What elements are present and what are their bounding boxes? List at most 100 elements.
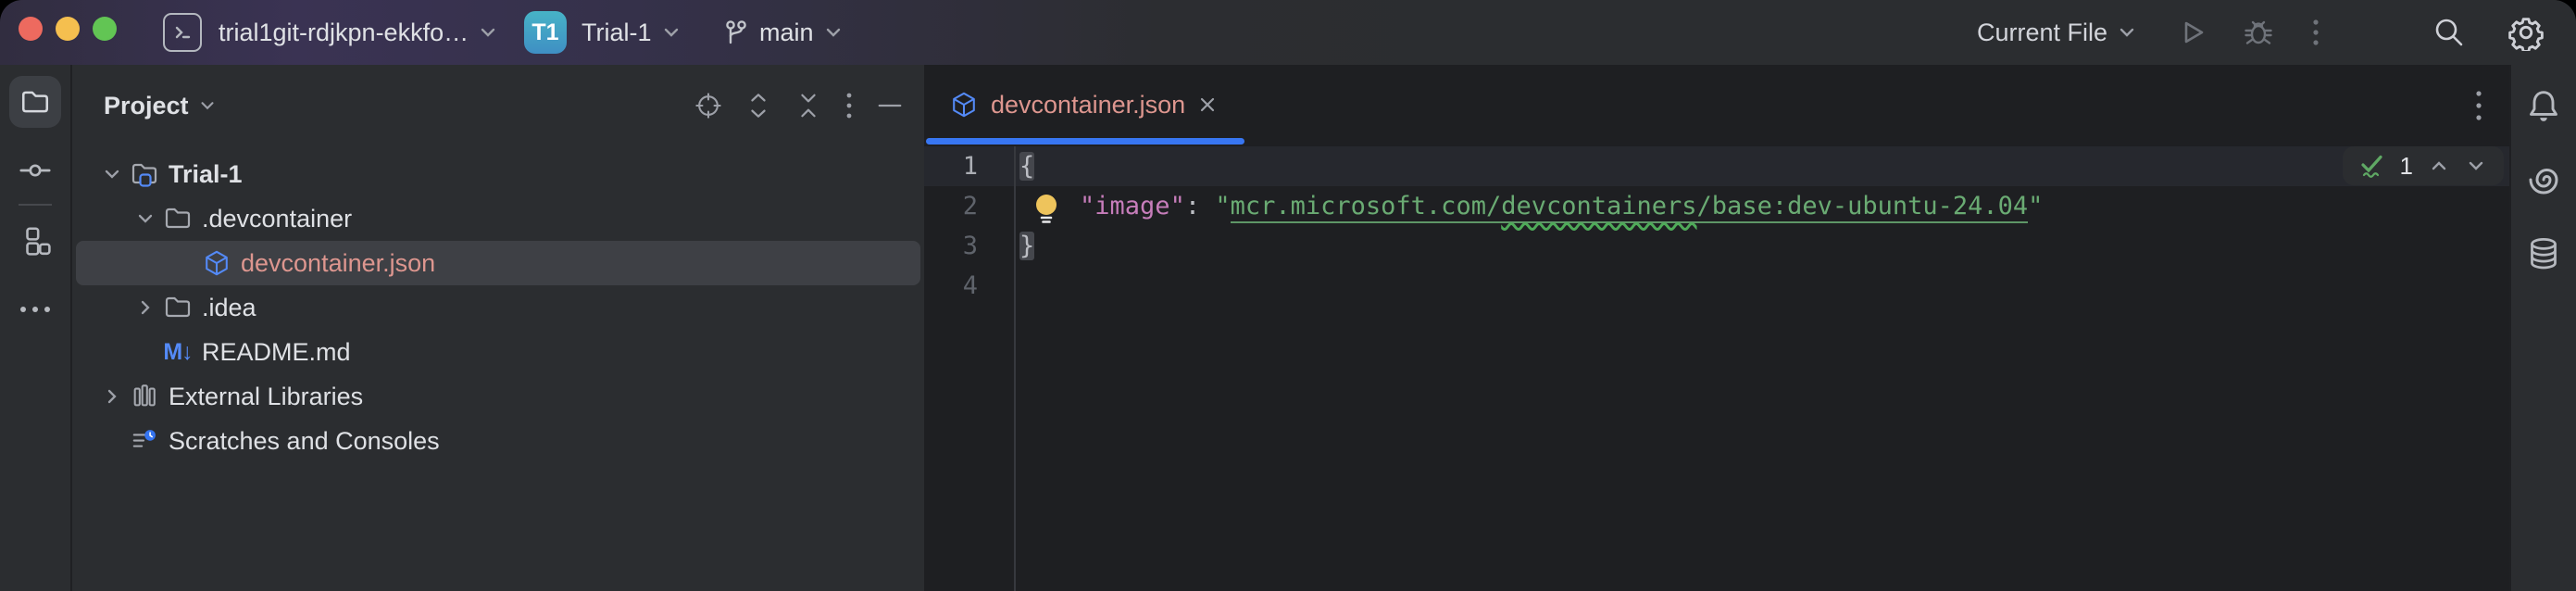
libraries-icon — [130, 382, 159, 411]
project-selector[interactable]: trial1git-rdjkpn-ekkfo… — [163, 0, 498, 65]
tree-item-label: devcontainer.json — [241, 249, 435, 278]
active-tab-indicator — [926, 138, 1244, 145]
zoom-window-button[interactable] — [93, 17, 117, 41]
folder-icon — [163, 204, 193, 233]
image-reference-link[interactable]: mcr.microsoft.com/devcontainers/base:dev… — [1231, 192, 2029, 223]
project-selector-label: trial1git-rdjkpn-ekkfo… — [219, 19, 469, 47]
titlebar: trial1git-rdjkpn-ekkfo… T1 Trial-1 main … — [0, 0, 2576, 67]
git-branch-icon — [722, 19, 748, 46]
expand-all-icon[interactable] — [744, 92, 772, 119]
code-line-1: { — [1016, 146, 2511, 186]
code-lines: { "image": "mcr.microsoft.com/devcontain… — [1016, 146, 2511, 306]
chevron-down-icon[interactable] — [100, 164, 124, 184]
chevron-right-icon[interactable] — [133, 297, 157, 318]
line-number: 4 — [924, 266, 1014, 306]
line-number: 1 — [924, 146, 1014, 186]
tree-item-trial-1[interactable]: Trial-1 — [72, 152, 924, 196]
editor-gutter[interactable]: 1 2 3 4 — [924, 146, 1016, 591]
strip-divider — [19, 204, 52, 206]
markdown-file-icon: M↓ — [163, 337, 193, 367]
project-panel-header: Project — [72, 65, 924, 146]
chevron-down-icon — [823, 22, 844, 43]
previous-problem-icon[interactable] — [2428, 155, 2450, 177]
editor-tab-bar: devcontainer.json — [924, 65, 2511, 146]
vcs-branch-selector[interactable]: main — [722, 0, 844, 65]
folder-icon — [163, 293, 193, 322]
chevron-down-icon — [2117, 22, 2137, 43]
intention-bulb-icon[interactable] — [1031, 193, 1062, 226]
project-folder-icon — [130, 159, 159, 189]
database-icon[interactable] — [2525, 235, 2562, 272]
project-tool-button[interactable] — [9, 76, 61, 128]
more-actions-icon[interactable] — [2309, 17, 2322, 48]
hide-panel-icon[interactable] — [876, 92, 904, 119]
project-panel: Project — [72, 65, 924, 591]
chevron-down-icon — [198, 96, 217, 115]
more-options-icon[interactable] — [844, 92, 854, 119]
workspace-avatar: T1 — [524, 11, 567, 54]
inspections-widget[interactable]: 1 — [2343, 146, 2504, 185]
devcontainer-cube-icon — [202, 248, 231, 278]
line-number: 3 — [924, 226, 1014, 266]
close-window-button[interactable] — [19, 17, 43, 41]
inspections-count: 1 — [2400, 152, 2413, 181]
settings-gear-icon[interactable] — [2507, 14, 2545, 51]
project-tree: Trial-1 .devcontainer devcontainer.json — [72, 152, 924, 463]
tree-item-external-libraries[interactable]: External Libraries — [72, 374, 924, 419]
minimize-window-button[interactable] — [56, 17, 80, 41]
code-line-3: } — [1016, 226, 2511, 266]
structure-tool-button[interactable] — [9, 215, 61, 267]
notifications-icon[interactable] — [2525, 87, 2562, 124]
commit-icon — [19, 154, 52, 187]
project-panel-title-dropdown[interactable]: Project — [104, 92, 217, 120]
ai-assistant-icon[interactable] — [2525, 161, 2562, 198]
tree-item-idea-folder[interactable]: .idea — [72, 285, 924, 330]
locate-file-icon[interactable] — [694, 92, 722, 119]
titlebar-actions: Current File — [1977, 0, 2545, 65]
tree-item-label: .devcontainer — [202, 205, 352, 233]
left-tool-strip — [0, 65, 72, 591]
more-icon — [19, 305, 52, 314]
window-controls — [19, 17, 117, 41]
tree-item-label: Trial-1 — [169, 160, 243, 189]
right-tool-strip — [2509, 65, 2576, 591]
tree-item-label: README.md — [202, 338, 351, 367]
close-tab-icon[interactable] — [1198, 95, 1217, 114]
structure-icon — [19, 225, 51, 257]
line-number: 2 — [924, 186, 1014, 226]
inspections-ok-icon — [2359, 153, 2385, 179]
editor-options-icon[interactable] — [2474, 87, 2483, 124]
workspace-selector[interactable]: T1 Trial-1 — [524, 0, 682, 65]
more-tool-windows-button[interactable] — [9, 283, 61, 335]
collapse-all-icon[interactable] — [794, 92, 822, 119]
typo-highlight: devcontainers — [1501, 192, 1696, 220]
next-problem-icon[interactable] — [2465, 155, 2487, 177]
tab-devcontainer-json[interactable]: devcontainer.json — [924, 65, 1239, 145]
tree-item-label: Scratches and Consoles — [169, 427, 440, 456]
debug-icon[interactable] — [2243, 17, 2274, 48]
run-configuration-selector[interactable]: Current File — [1977, 19, 2107, 47]
run-icon[interactable] — [2178, 18, 2207, 47]
ide-window: trial1git-rdjkpn-ekkfo… T1 Trial-1 main … — [0, 0, 2576, 591]
tree-item-devcontainer-json[interactable]: devcontainer.json — [76, 241, 920, 285]
folder-icon — [19, 86, 51, 118]
devcontainer-cube-icon — [950, 91, 978, 119]
chevron-down-icon — [478, 22, 498, 43]
commit-tool-button[interactable] — [9, 145, 61, 196]
tree-item-scratches[interactable]: Scratches and Consoles — [72, 419, 924, 463]
code-viewport[interactable]: 1 2 3 4 { "image": "mcr.microsoft.com/de… — [924, 146, 2511, 591]
scratches-icon — [130, 426, 159, 456]
chevron-right-icon[interactable] — [100, 386, 124, 407]
chevron-down-icon[interactable] — [133, 208, 157, 229]
editor-area: devcontainer.json 1 2 3 4 { "image": "mc… — [924, 65, 2511, 591]
tab-label: devcontainer.json — [991, 91, 1185, 119]
code-line-4 — [1016, 266, 2511, 306]
json-key: "image" — [1080, 192, 1185, 220]
code-line-2: "image": "mcr.microsoft.com/devcontainer… — [1016, 186, 2511, 226]
remote-terminal-icon — [163, 13, 202, 52]
project-panel-title: Project — [104, 92, 189, 120]
tree-item-devcontainer-folder[interactable]: .devcontainer — [72, 196, 924, 241]
search-everywhere-icon[interactable] — [2432, 15, 2467, 50]
tree-item-readme[interactable]: M↓ README.md — [72, 330, 924, 374]
tree-item-label: .idea — [202, 294, 256, 322]
